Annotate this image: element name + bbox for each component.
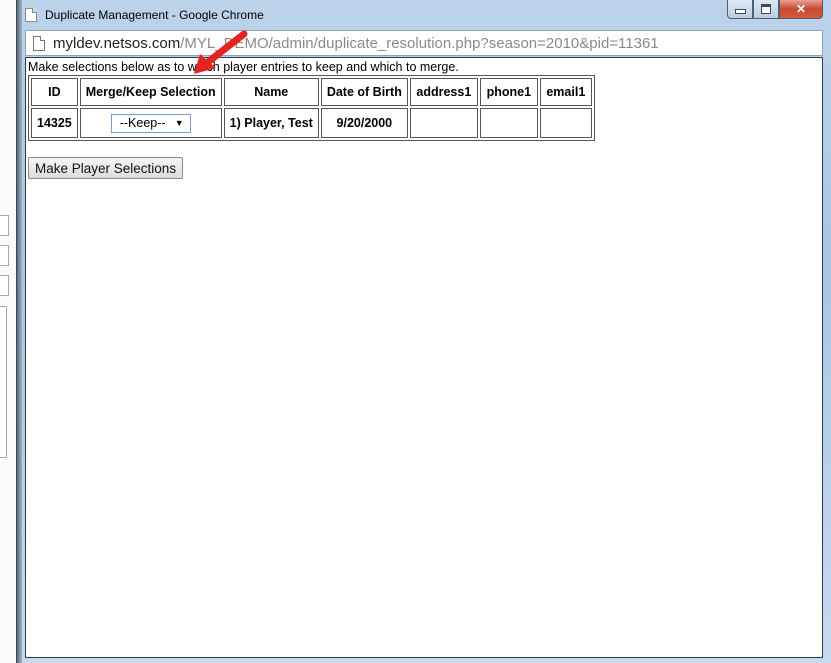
page-icon xyxy=(25,8,37,22)
table-header-row: ID Merge/Keep Selection Name Date of Bir… xyxy=(31,78,592,106)
cell-address1 xyxy=(409,108,478,138)
background-field xyxy=(0,215,9,236)
close-icon: ✕ xyxy=(795,2,807,16)
window-controls: ✕ xyxy=(727,0,823,20)
cell-name: 1) Player, Test xyxy=(223,108,319,138)
minimize-button[interactable] xyxy=(727,0,753,19)
page-icon xyxy=(33,35,45,51)
background-field xyxy=(0,245,9,266)
dropdown-arrow-icon: ▼ xyxy=(174,118,184,128)
col-header-phone1: phone1 xyxy=(479,78,538,106)
select-value: --Keep-- xyxy=(119,116,166,130)
url-host: myldev.netsos.com xyxy=(53,34,181,52)
page-content: Make selections below as to which player… xyxy=(25,57,823,658)
col-header-dob: Date of Birth xyxy=(320,78,408,106)
cell-email1 xyxy=(539,108,592,138)
instructions-text: Make selections below as to which player… xyxy=(28,60,459,74)
window-title: Duplicate Management - Google Chrome xyxy=(45,8,264,22)
col-header-email1: email1 xyxy=(539,78,592,106)
col-header-id: ID xyxy=(31,78,78,106)
make-player-selections-button[interactable]: Make Player Selections xyxy=(28,157,184,179)
cell-id: 14325 xyxy=(31,108,78,138)
minimize-icon xyxy=(734,9,746,14)
address-bar[interactable]: myldev.netsos.com/MYL_DEMO/admin/duplica… xyxy=(25,30,823,56)
cell-phone1 xyxy=(479,108,538,138)
browser-popup-window: Duplicate Management - Google Chrome ✕ m… xyxy=(16,0,831,663)
title-bar: Duplicate Management - Google Chrome xyxy=(25,4,721,26)
background-field xyxy=(0,275,9,296)
col-header-selection: Merge/Keep Selection xyxy=(79,78,222,106)
col-header-address1: address1 xyxy=(409,78,478,106)
col-header-name: Name xyxy=(223,78,319,106)
merge-keep-select[interactable]: --Keep-- ▼ xyxy=(110,113,191,133)
url-path: /MYL_DEMO/admin/duplicate_resolution.php… xyxy=(180,34,659,52)
duplicates-table: ID Merge/Keep Selection Name Date of Bir… xyxy=(28,75,595,141)
background-box xyxy=(0,306,7,458)
cell-selection: --Keep-- ▼ xyxy=(79,108,222,138)
cell-dob: 9/20/2000 xyxy=(320,108,408,138)
maximize-icon xyxy=(761,4,771,14)
close-button[interactable]: ✕ xyxy=(779,0,823,19)
table-row: 14325 --Keep-- ▼ 1) Player, Test 9/20/20… xyxy=(31,108,592,138)
maximize-button[interactable] xyxy=(753,0,779,19)
